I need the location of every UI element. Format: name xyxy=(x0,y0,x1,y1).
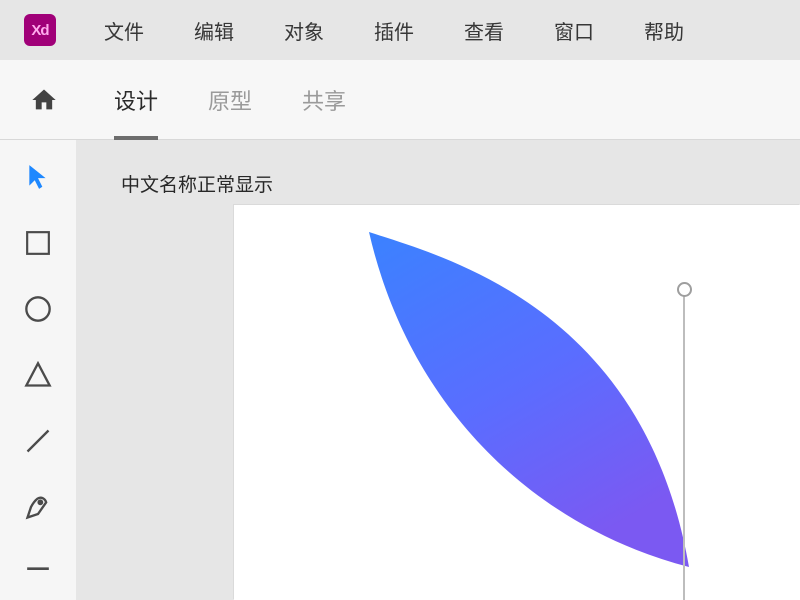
menu-help[interactable]: 帮助 xyxy=(644,16,684,45)
left-toolbar xyxy=(0,140,76,600)
menu-items: 文件 编辑 对象 插件 查看 窗口 帮助 xyxy=(104,16,684,45)
polygon-tool[interactable] xyxy=(21,358,55,392)
artboard[interactable] xyxy=(234,205,800,600)
home-button[interactable] xyxy=(24,86,64,114)
home-icon xyxy=(30,86,58,114)
app-logo: Xd xyxy=(24,14,56,46)
line-tool-icon xyxy=(24,427,52,455)
pen-tool-icon xyxy=(24,493,52,521)
menubar: Xd 文件 编辑 对象 插件 查看 窗口 帮助 xyxy=(0,0,800,60)
main-area: 中文名称正常显示 xyxy=(0,140,800,600)
rectangle-tool-icon xyxy=(25,230,51,256)
gradient-axis-line[interactable] xyxy=(683,290,685,600)
gradient-stop-handle[interactable] xyxy=(677,282,692,297)
polygon-tool-icon xyxy=(23,361,53,389)
menu-object[interactable]: 对象 xyxy=(284,16,324,45)
canvas-area[interactable]: 中文名称正常显示 xyxy=(76,140,800,600)
menu-plugins[interactable]: 插件 xyxy=(374,16,414,45)
menu-edit[interactable]: 编辑 xyxy=(194,16,234,45)
menu-view[interactable]: 查看 xyxy=(464,16,504,45)
ellipse-tool-icon xyxy=(24,295,52,323)
rectangle-tool[interactable] xyxy=(21,226,55,260)
ellipse-tool[interactable] xyxy=(21,292,55,326)
text-tool[interactable] xyxy=(21,556,55,590)
artboard-title[interactable]: 中文名称正常显示 xyxy=(121,170,800,197)
menu-file[interactable]: 文件 xyxy=(104,16,144,45)
pen-tool[interactable] xyxy=(21,490,55,524)
text-tool-icon xyxy=(25,566,51,580)
leaf-shape[interactable] xyxy=(354,227,714,587)
tab-design[interactable]: 设计 xyxy=(114,74,158,126)
menu-window[interactable]: 窗口 xyxy=(554,16,594,45)
tab-prototype[interactable]: 原型 xyxy=(208,74,252,126)
tab-share[interactable]: 共享 xyxy=(302,74,346,126)
tabbar: 设计 原型 共享 xyxy=(0,60,800,140)
select-tool[interactable] xyxy=(21,160,55,194)
select-tool-icon xyxy=(27,164,49,190)
line-tool[interactable] xyxy=(21,424,55,458)
